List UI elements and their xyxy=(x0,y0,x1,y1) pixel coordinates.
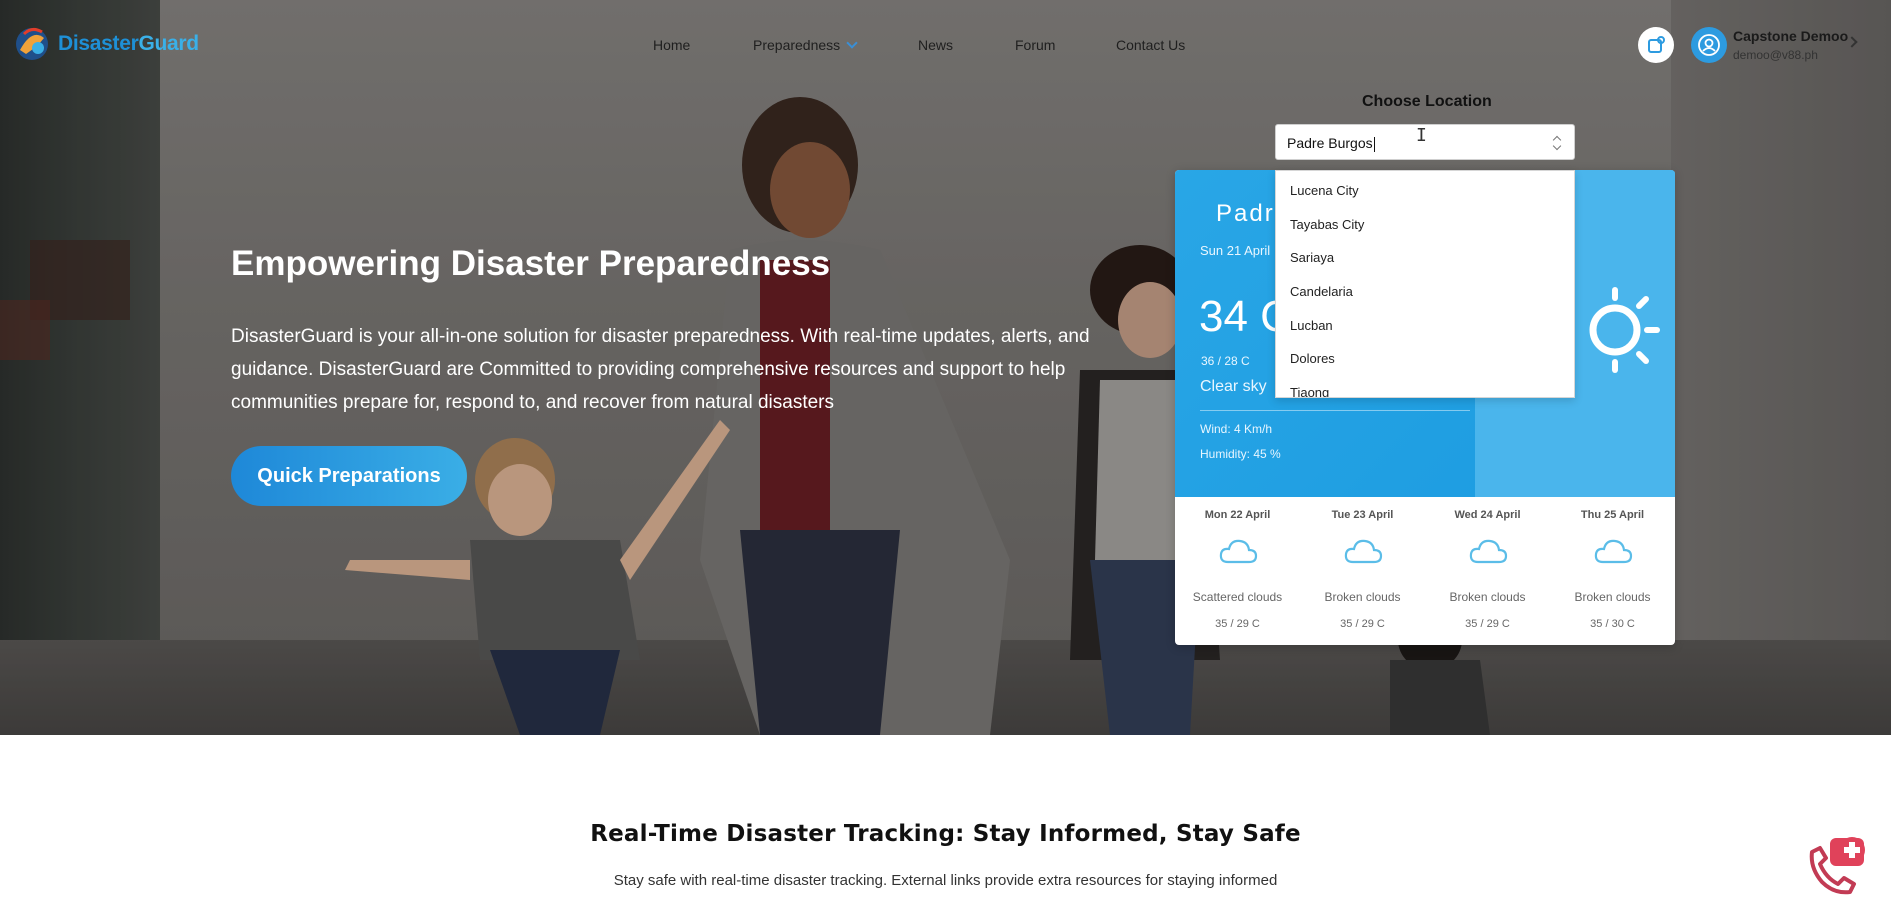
cloud-icon xyxy=(1469,539,1508,564)
brand-logo[interactable]: DisasterGuard xyxy=(12,24,199,64)
text-cursor xyxy=(1373,136,1375,152)
location-option[interactable]: Lucban xyxy=(1290,318,1333,333)
forecast-date: Tue 23 April xyxy=(1331,509,1394,521)
nav-preparedness-label: Preparedness xyxy=(753,37,841,53)
notification-button[interactable] xyxy=(1638,27,1674,63)
location-option[interactable]: Sariaya xyxy=(1290,250,1334,265)
hero-title: Empowering Disaster Preparedness xyxy=(231,244,831,283)
forecast-date: Mon 22 April xyxy=(1204,509,1271,521)
weather-wind: Wind: 4 Km/h xyxy=(1200,422,1273,436)
forecast-desc: Scattered clouds xyxy=(1192,590,1283,604)
weather-city: Padr xyxy=(1216,200,1275,227)
weather-condition: Clear sky xyxy=(1200,378,1267,395)
user-name[interactable]: Capstone Demoo xyxy=(1733,28,1848,44)
nav-news[interactable]: News xyxy=(918,37,953,53)
user-email: demoo@v88.ph xyxy=(1733,48,1818,62)
weather-date: Sun 21 April xyxy=(1200,243,1271,258)
forecast-desc: Broken clouds xyxy=(1449,590,1526,604)
location-option[interactable]: Tiaong xyxy=(1290,385,1329,397)
nav-forum[interactable]: Forum xyxy=(1015,37,1055,53)
forecast-date: Wed 24 April xyxy=(1454,509,1521,521)
nav-contact[interactable]: Contact Us xyxy=(1116,37,1185,53)
brand-name-part2: Guard xyxy=(138,32,199,55)
nav-news-label: News xyxy=(918,37,954,53)
quick-preparations-button[interactable]: Quick Preparations xyxy=(231,446,467,506)
top-navbar: DisasterGuard Home Preparedness News For… xyxy=(0,0,1891,90)
select-caret-icon xyxy=(1552,141,1562,151)
weather-humidity: Humidity: 45 % xyxy=(1200,447,1281,461)
location-option[interactable]: Lucena City xyxy=(1290,183,1359,198)
location-option[interactable]: Dolores xyxy=(1290,351,1335,366)
location-select-value: Padre Burgos xyxy=(1287,135,1373,151)
weather-temp-range: 36 / 28 C xyxy=(1201,354,1250,368)
location-dropdown-list[interactable]: Lucena City Tayabas City Sariaya Candela… xyxy=(1275,170,1575,398)
help-phone-icon xyxy=(1809,837,1865,895)
forecast-desc: Broken clouds xyxy=(1574,590,1651,604)
location-option[interactable]: Tayabas City xyxy=(1290,217,1364,232)
forecast-desc: Broken clouds xyxy=(1324,590,1401,604)
user-avatar[interactable] xyxy=(1691,27,1727,63)
tracking-section-subtitle: Stay safe with real-time disaster tracki… xyxy=(613,872,1278,889)
forecast-day: Thu 25 April Broken clouds 35 / 30 C xyxy=(1550,497,1675,645)
forecast-range: 35 / 30 C xyxy=(1590,618,1635,630)
user-icon xyxy=(1698,34,1720,56)
forecast-day: Wed 24 April Broken clouds 35 / 29 C xyxy=(1425,497,1550,645)
nav-home-label: Home xyxy=(653,37,691,53)
brand-name-part1: Disaster xyxy=(58,32,139,55)
forecast-range: 35 / 29 C xyxy=(1340,618,1385,630)
forecast-range: 35 / 29 C xyxy=(1465,618,1510,630)
location-option[interactable]: Candelaria xyxy=(1290,284,1353,299)
tracking-section-title: Real-Time Disaster Tracking: Stay Inform… xyxy=(590,821,1301,847)
cloud-icon xyxy=(1594,539,1633,564)
forecast-range: 35 / 29 C xyxy=(1215,618,1260,630)
choose-location-label: Choose Location xyxy=(1362,93,1492,110)
notification-icon xyxy=(1648,36,1665,53)
logo-icon xyxy=(12,24,56,64)
forecast-day: Mon 22 April Scattered clouds 35 / 29 C xyxy=(1175,497,1300,645)
sun-icon xyxy=(1589,287,1660,373)
nav-contact-label: Contact Us xyxy=(1116,37,1186,53)
cloud-icon xyxy=(1219,539,1258,564)
emergency-help-button[interactable] xyxy=(1804,828,1874,898)
nav-forum-label: Forum xyxy=(1015,37,1056,53)
weather-divider xyxy=(1200,410,1470,411)
forecast-day: Tue 23 April Broken clouds 35 / 29 C xyxy=(1300,497,1425,645)
weather-forecast: Mon 22 April Scattered clouds 35 / 29 C … xyxy=(1175,497,1675,645)
hero-description: DisasterGuard is your all-in-one solutio… xyxy=(231,326,1090,413)
nav-preparedness[interactable]: Preparedness xyxy=(753,37,858,53)
mouse-ibeam-cursor: I xyxy=(1416,125,1427,146)
chevron-down-icon xyxy=(846,37,858,49)
nav-home[interactable]: Home xyxy=(653,37,690,53)
forecast-date: Thu 25 April xyxy=(1580,509,1645,521)
cloud-icon xyxy=(1344,539,1383,564)
